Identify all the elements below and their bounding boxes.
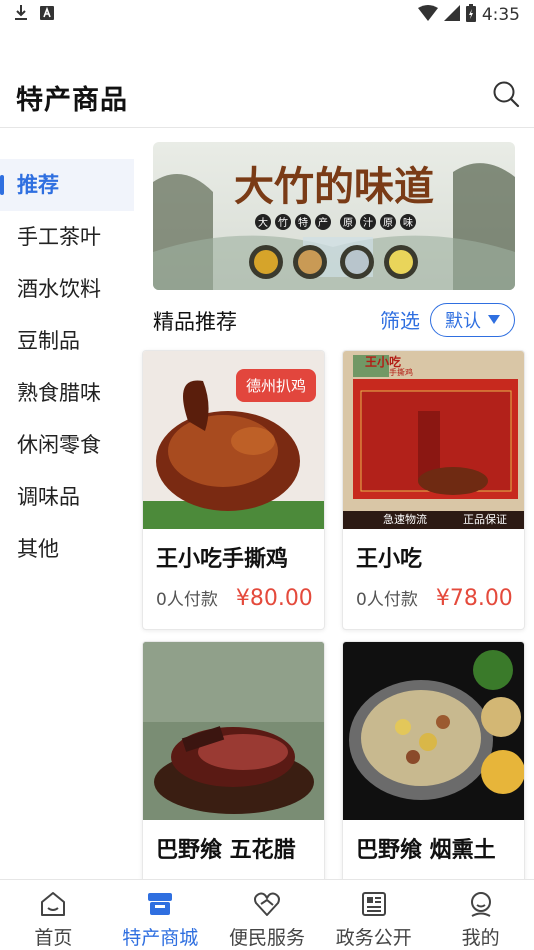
signal-icon — [443, 4, 460, 26]
caret-down-icon — [488, 315, 500, 324]
svg-text:原: 原 — [343, 217, 353, 229]
search-button[interactable] — [492, 80, 520, 108]
product-name: 王小吃 — [356, 547, 423, 572]
battery-icon — [465, 3, 476, 27]
tab-services[interactable]: 便民服务 — [214, 880, 321, 950]
product-badge: 德州扒鸡 — [235, 369, 316, 402]
strip-fast-delivery: 急速物流 — [383, 513, 427, 526]
product-image — [143, 642, 324, 820]
svg-text:原: 原 — [383, 217, 393, 229]
section-title: 精品推荐 — [153, 310, 237, 334]
product-price: ¥78.00 — [435, 586, 513, 611]
tab-profile[interactable]: 我的 — [427, 880, 534, 950]
profile-icon — [470, 892, 491, 917]
sidebar-item-cured-meat[interactable]: 熟食腊味 — [0, 367, 134, 419]
product-card[interactable]: 德州扒鸡 王小吃手撕鸡 0人付款 ¥80.00 — [142, 350, 325, 630]
product-card[interactable]: 王小吃 手撕鸡 急速物流 正品保证 王小吃 0人付款 ¥78.00 — [342, 350, 525, 630]
tab-gov[interactable]: 政务公开 — [320, 880, 427, 950]
strip-genuine: 正品保证 — [463, 513, 507, 526]
product-image: 德州扒鸡 — [143, 351, 324, 529]
sidebar-item-seasoning[interactable]: 调味品 — [0, 471, 134, 523]
banner-title: 大竹的味道 — [234, 163, 434, 210]
product-price: ¥80.00 — [235, 586, 313, 611]
svg-text:竹: 竹 — [278, 216, 288, 229]
svg-text:汁: 汁 — [363, 216, 373, 229]
sort-dropdown[interactable]: 默认 — [430, 303, 515, 337]
paid-count: 0人付款 — [156, 590, 218, 610]
download-icon — [14, 4, 28, 27]
clock: 4:35 — [481, 5, 520, 25]
svg-text:产: 产 — [318, 216, 328, 229]
product-card[interactable]: 巴野飨 烟熏土 — [342, 641, 525, 879]
svg-text:大竹的味道: 大竹的味道 — [234, 163, 434, 210]
bottom-tab-bar: 首页 特产商城 便民服务 政务公开 我的 — [0, 879, 534, 950]
wifi-icon — [417, 4, 438, 26]
svg-text:大: 大 — [258, 216, 268, 229]
sidebar-item-recommend[interactable]: 推荐 — [0, 159, 134, 211]
tab-home[interactable]: 首页 — [0, 880, 107, 950]
tab-mall[interactable]: 特产商城 — [107, 880, 214, 950]
promo-banner[interactable]: 大竹的味道 大 竹 特 产 原 汁 原 味 — [153, 142, 515, 290]
product-card[interactable]: 巴野飨 五花腊 — [142, 641, 325, 879]
product-name: 巴野飨 五花腊 — [156, 838, 296, 863]
header: 特产商品 — [0, 60, 534, 128]
svg-text:味: 味 — [403, 217, 413, 229]
sort-label: 默认 — [445, 311, 481, 332]
sidebar-item-tea[interactable]: 手工茶叶 — [0, 211, 134, 263]
product-name: 王小吃手撕鸡 — [156, 547, 289, 572]
product-area: 大竹的味道 大 竹 特 产 原 汁 原 味 精品推荐 筛选 默认 德州扒鸡 王小… — [134, 129, 534, 879]
filter-button[interactable]: 筛选 — [380, 305, 420, 334]
sidebar-item-snacks[interactable]: 休闲零食 — [0, 419, 134, 471]
search-icon — [493, 81, 520, 108]
category-sidebar: 推荐 手工茶叶 酒水饮料 豆制品 熟食腊味 休闲零食 调味品 其他 — [0, 129, 134, 879]
product-image: 王小吃 手撕鸡 急速物流 正品保证 — [343, 351, 524, 529]
sidebar-item-drinks[interactable]: 酒水饮料 — [0, 263, 134, 315]
newspaper-icon — [361, 892, 386, 916]
product-name: 巴野飨 烟熏土 — [356, 838, 496, 863]
svg-text:特: 特 — [298, 217, 308, 229]
store-icon — [148, 893, 173, 915]
status-bar: 4:35 — [0, 0, 534, 30]
page-title: 特产商品 — [16, 85, 128, 116]
sidebar-item-other[interactable]: 其他 — [0, 523, 134, 575]
sidebar-item-tofu[interactable]: 豆制品 — [0, 315, 134, 367]
heart-hand-icon — [254, 892, 280, 916]
paid-count: 0人付款 — [356, 590, 418, 610]
product-image — [343, 642, 524, 820]
brand-subtitle: 手撕鸡 — [389, 368, 413, 377]
a-badge-icon — [40, 5, 54, 25]
home-icon — [41, 892, 66, 916]
